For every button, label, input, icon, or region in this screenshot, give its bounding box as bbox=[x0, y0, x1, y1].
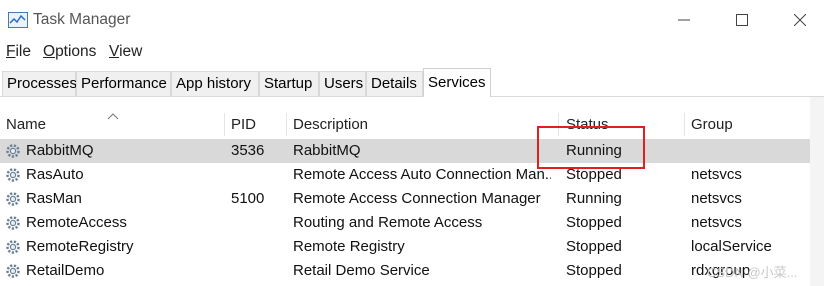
tab-users[interactable]: Users bbox=[319, 71, 366, 97]
minimize-icon bbox=[678, 19, 690, 21]
column-divider[interactable] bbox=[684, 113, 685, 136]
task-manager-icon bbox=[8, 12, 28, 28]
menu-bar: File Options View bbox=[0, 41, 824, 65]
service-status: Running bbox=[566, 142, 622, 159]
tab-strip: Processes Performance App history Startu… bbox=[0, 68, 824, 97]
service-gear-icon bbox=[4, 166, 22, 184]
service-group: netsvcs bbox=[691, 214, 742, 231]
menu-options-label: ptions bbox=[55, 43, 97, 60]
service-status: Stopped bbox=[566, 166, 622, 183]
table-row[interactable]: RasMan 5100 Remote Access Connection Man… bbox=[0, 187, 824, 211]
table-row[interactable]: RemoteRegistry Remote Registry Stopped l… bbox=[0, 235, 824, 259]
tab-details[interactable]: Details bbox=[366, 71, 423, 97]
service-description: Remote Access Connection Manager bbox=[293, 190, 541, 207]
tab-performance[interactable]: Performance bbox=[76, 71, 171, 97]
menu-options-mnemonic: O bbox=[43, 43, 56, 60]
tab-processes[interactable]: Processes bbox=[2, 71, 77, 97]
sort-ascending-icon bbox=[107, 113, 119, 120]
menu-file-label: ile bbox=[15, 43, 31, 60]
service-gear-icon bbox=[4, 262, 22, 280]
service-name: RabbitMQ bbox=[26, 142, 94, 159]
maximize-button[interactable] bbox=[714, 0, 770, 40]
minimize-button[interactable] bbox=[656, 0, 712, 40]
column-header-row: Name PID Description Status Group bbox=[0, 97, 824, 139]
service-pid: 5100 bbox=[231, 190, 265, 207]
menu-options[interactable]: Options bbox=[43, 43, 96, 61]
column-header-pid[interactable]: PID bbox=[231, 116, 256, 133]
service-group: netsvcs bbox=[691, 190, 742, 207]
service-description: Retail Demo Service bbox=[293, 262, 430, 279]
title-bar: Task Manager bbox=[0, 0, 824, 40]
table-row[interactable]: RabbitMQ 3536 RabbitMQ Running bbox=[0, 139, 824, 163]
service-status: Stopped bbox=[566, 262, 622, 279]
service-group: localService bbox=[691, 238, 772, 255]
table-row[interactable]: RasAuto Remote Access Auto Connection Ma… bbox=[0, 163, 824, 187]
column-divider[interactable] bbox=[558, 113, 559, 136]
service-pid: 3536 bbox=[231, 142, 265, 159]
menu-file[interactable]: File bbox=[6, 43, 31, 61]
menu-view[interactable]: View bbox=[109, 43, 142, 61]
service-group: netsvcs bbox=[691, 166, 742, 183]
service-description: Remote Registry bbox=[293, 238, 405, 255]
table-row[interactable]: RemoteAccess Routing and Remote Access S… bbox=[0, 211, 824, 235]
tab-startup[interactable]: Startup bbox=[259, 71, 319, 97]
service-description: RabbitMQ bbox=[293, 142, 361, 159]
service-gear-icon bbox=[4, 214, 22, 232]
service-status: Stopped bbox=[566, 238, 622, 255]
table-row[interactable]: RetailDemo Retail Demo Service Stopped r… bbox=[0, 259, 824, 283]
service-gear-icon bbox=[4, 142, 22, 160]
service-description: Remote Access Auto Connection Man... bbox=[293, 166, 551, 183]
column-divider[interactable] bbox=[224, 113, 225, 136]
service-gear-icon bbox=[4, 190, 22, 208]
column-header-name[interactable]: Name bbox=[6, 116, 46, 133]
service-name: RetailDemo bbox=[26, 262, 105, 279]
service-gear-icon bbox=[4, 238, 22, 256]
menu-view-label: iew bbox=[119, 43, 143, 60]
vertical-scrollbar[interactable] bbox=[810, 97, 824, 286]
tab-services[interactable]: Services bbox=[423, 68, 491, 97]
service-description: Routing and Remote Access bbox=[293, 214, 483, 231]
service-name: RasAuto bbox=[26, 166, 84, 183]
column-header-status[interactable]: Status bbox=[566, 116, 609, 133]
window-title: Task Manager bbox=[33, 11, 131, 28]
service-name: RemoteRegistry bbox=[26, 238, 134, 255]
close-icon bbox=[794, 14, 806, 26]
service-status: Stopped bbox=[566, 214, 622, 231]
column-header-description[interactable]: Description bbox=[293, 116, 368, 133]
tab-app-history[interactable]: App history bbox=[171, 71, 259, 97]
watermark: CSDN @小菜... bbox=[707, 265, 798, 280]
service-name: RasMan bbox=[26, 190, 82, 207]
menu-view-mnemonic: V bbox=[109, 43, 120, 60]
service-name: RemoteAccess bbox=[26, 214, 127, 231]
column-header-group[interactable]: Group bbox=[691, 116, 733, 133]
service-status: Running bbox=[566, 190, 622, 207]
column-divider[interactable] bbox=[286, 113, 287, 136]
close-button[interactable] bbox=[772, 0, 824, 40]
maximize-icon bbox=[736, 14, 748, 26]
